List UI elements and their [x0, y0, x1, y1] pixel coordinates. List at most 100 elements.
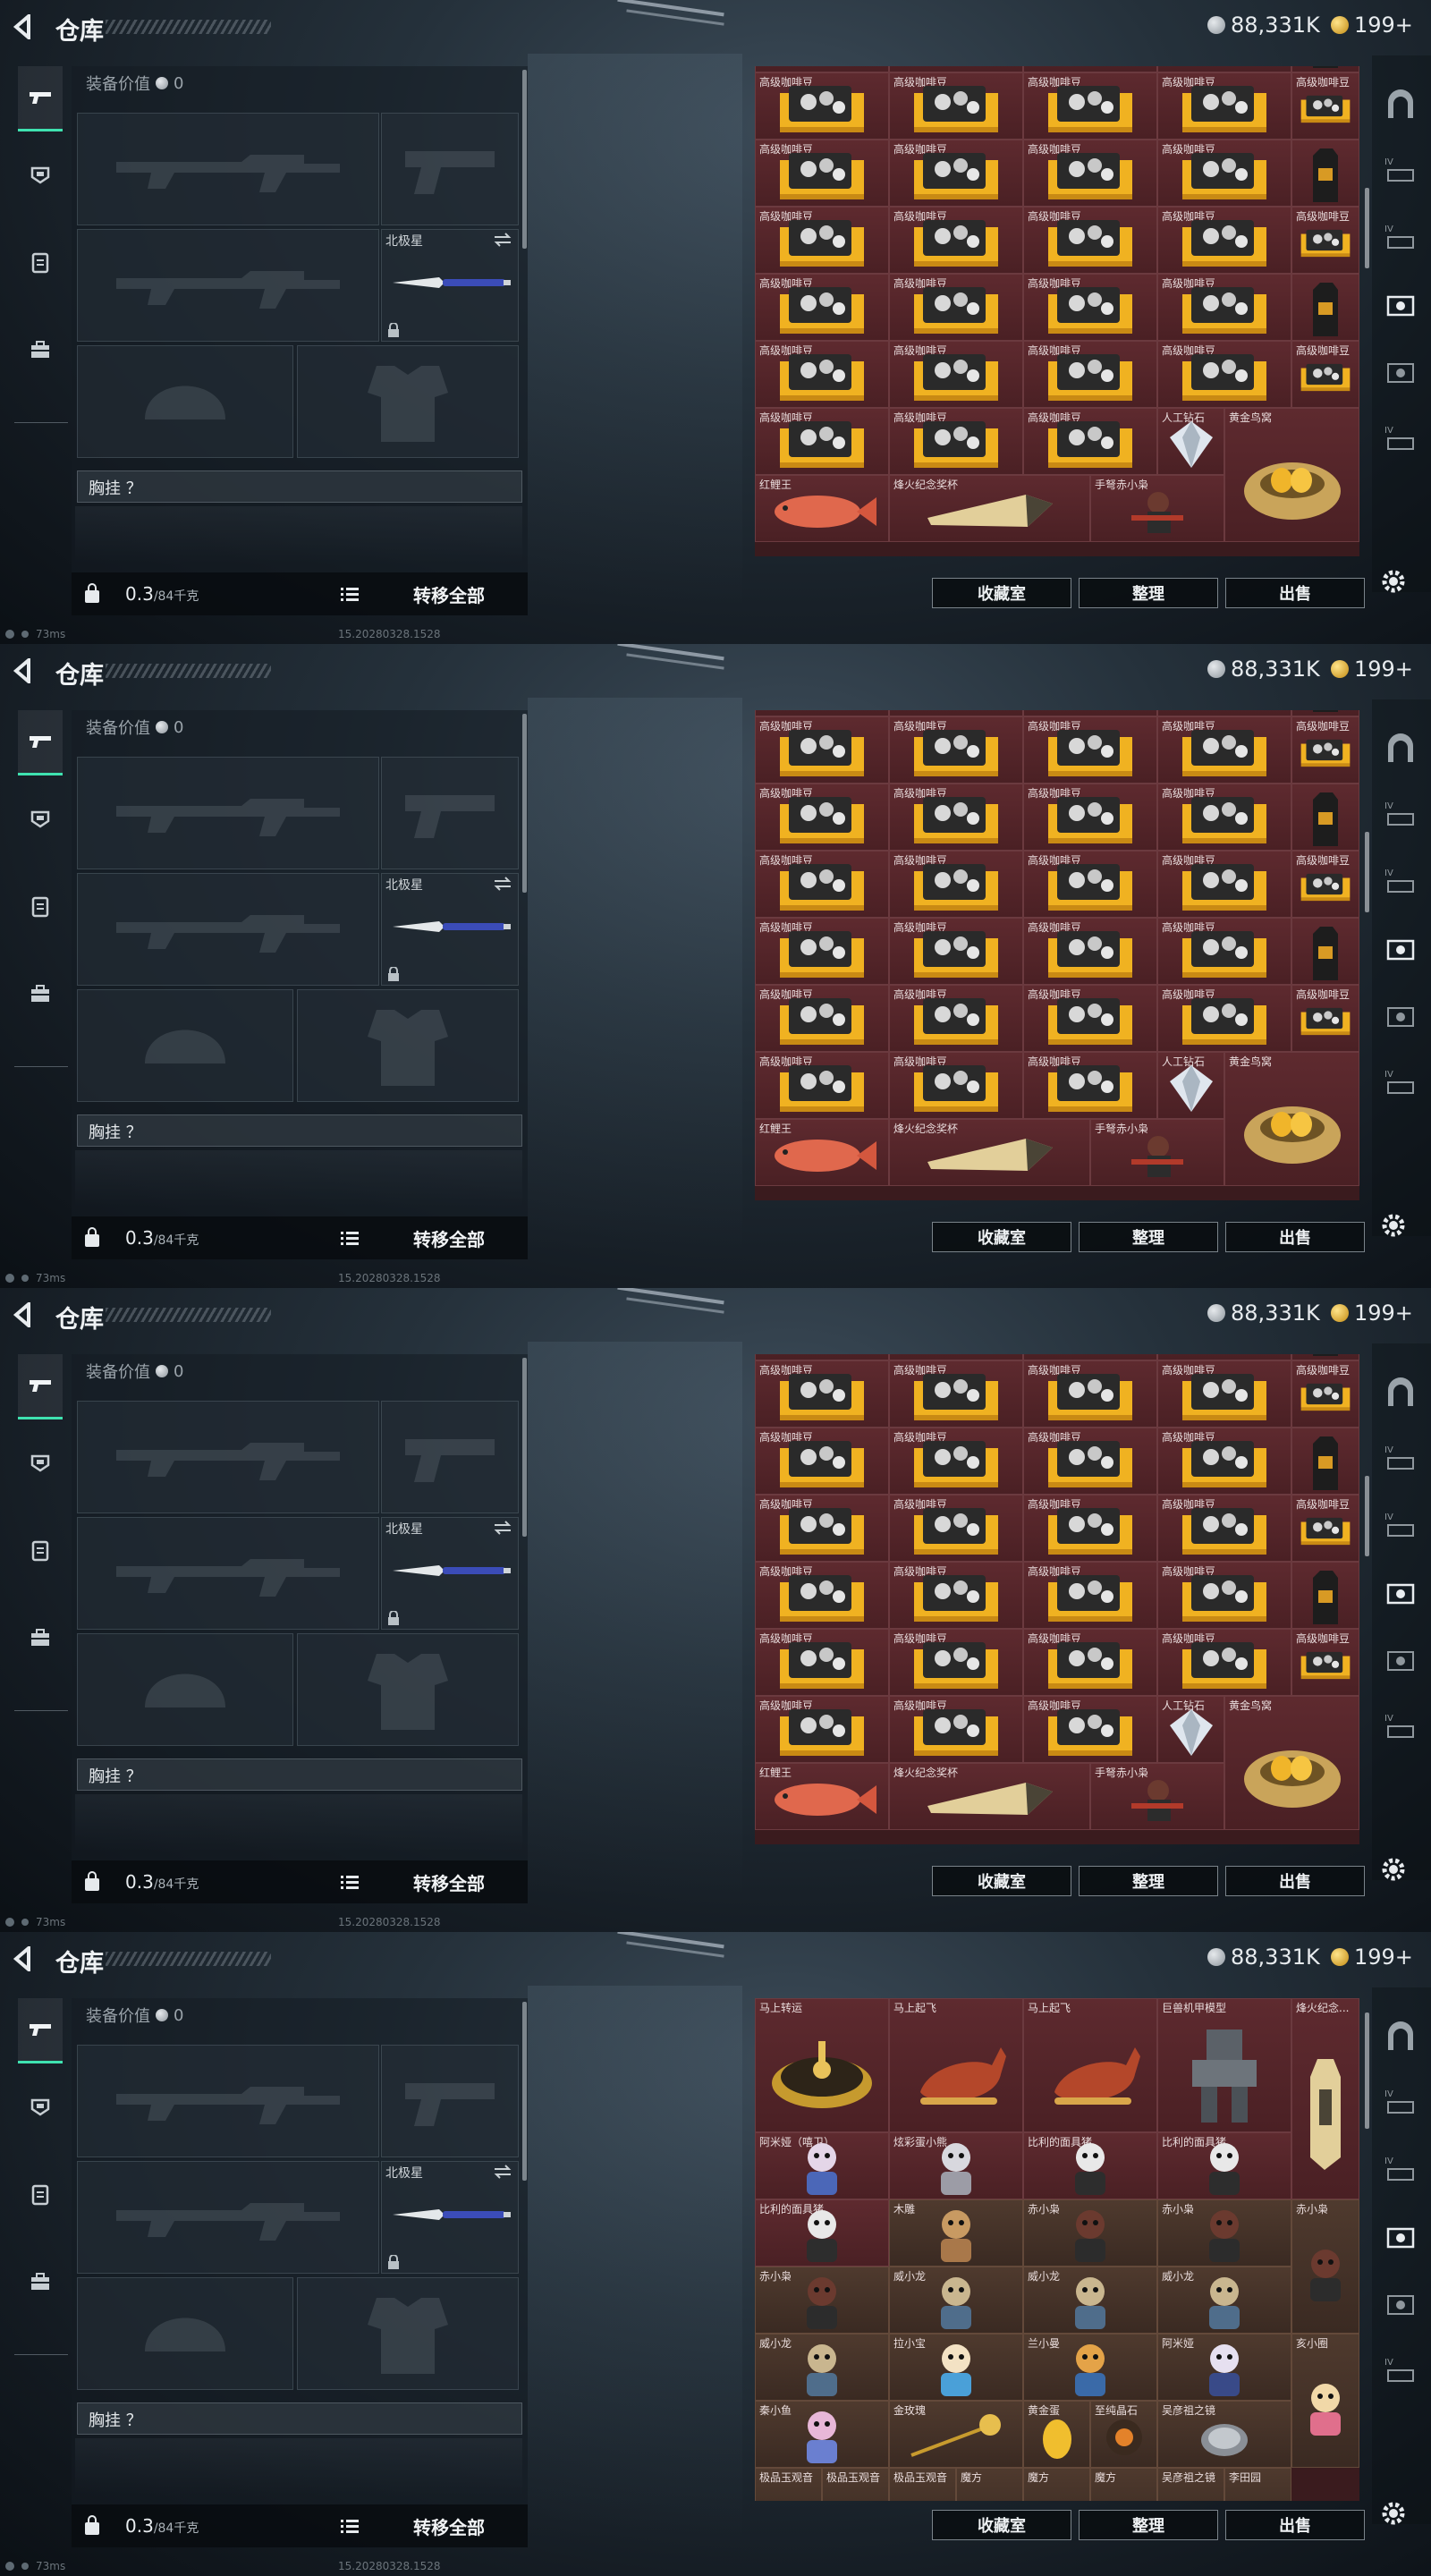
- settings-gear-icon[interactable]: [1377, 1209, 1410, 1241]
- tab-armor[interactable]: [18, 787, 63, 850]
- item-cell[interactable]: 人工钻石: [1157, 408, 1224, 475]
- primary-weapon-slot[interactable]: [77, 113, 379, 225]
- item-cell[interactable]: 高级咖啡豆: [1157, 72, 1291, 140]
- item-cell[interactable]: 至纯晶石: [1090, 2401, 1157, 2468]
- item-cell[interactable]: 高级咖啡豆: [889, 140, 1023, 207]
- item-cell[interactable]: 魔方: [956, 2468, 1023, 2501]
- item-cell[interactable]: 高级咖啡豆: [889, 710, 1023, 716]
- item-cell[interactable]: 高级咖啡豆: [755, 784, 889, 851]
- tab-armor[interactable]: [18, 2075, 63, 2138]
- item-cell[interactable]: 黄金鸟窝: [1224, 1696, 1359, 1830]
- camera-case-icon[interactable]: [1383, 288, 1418, 324]
- organize-button[interactable]: 整理: [1079, 1222, 1218, 1252]
- collection-room-button[interactable]: 收藏室: [932, 578, 1071, 608]
- item-cell[interactable]: 马上起飞: [889, 1998, 1023, 2132]
- tab-weapons[interactable]: [18, 1354, 63, 1419]
- item-cell[interactable]: 烽火纪念奖杯: [889, 475, 1090, 542]
- settings-gear-icon[interactable]: [1377, 1853, 1410, 1885]
- item-cell[interactable]: 高级咖啡豆: [889, 341, 1023, 408]
- secondary-weapon-slot[interactable]: [77, 2161, 379, 2274]
- item-cell[interactable]: 高级咖啡豆: [1023, 1354, 1157, 1360]
- safe-box-icon[interactable]: [1383, 1376, 1418, 1411]
- swap-icon[interactable]: [493, 232, 512, 248]
- item-cell[interactable]: 手弩赤小枭: [1090, 1119, 1224, 1186]
- back-arrow-icon[interactable]: [13, 1302, 32, 1327]
- item-cell[interactable]: 亥小圈: [1291, 2334, 1359, 2468]
- item-cell[interactable]: 烽火纪念奖杯: [889, 1119, 1090, 1186]
- tab-backpack[interactable]: [18, 2250, 63, 2313]
- item-cell[interactable]: 赤小枭: [1157, 2199, 1291, 2267]
- item-cell[interactable]: 高级咖啡豆: [1291, 985, 1359, 1052]
- chest-rig-slot[interactable]: 胸挂 ？: [77, 2402, 522, 2435]
- item-cell[interactable]: 高级咖啡豆: [889, 784, 1023, 851]
- chest-rig-slot[interactable]: 胸挂 ？: [77, 1758, 522, 1791]
- melee-slot[interactable]: 北极星: [381, 229, 519, 342]
- item-cell[interactable]: 高级咖啡豆: [1291, 341, 1359, 408]
- camera-case-icon[interactable]: [1383, 1576, 1418, 1612]
- chest-rig-slot[interactable]: 胸挂 ？: [77, 470, 522, 503]
- item-cell[interactable]: 高级咖啡豆: [1157, 1360, 1291, 1428]
- item-cell[interactable]: [1291, 1354, 1359, 1360]
- item-cell[interactable]: 高级咖啡豆: [1023, 274, 1157, 341]
- tab-vests[interactable]: [18, 2163, 63, 2225]
- item-cell[interactable]: 高级咖啡豆: [755, 1495, 889, 1562]
- item-cell[interactable]: 吴彦祖之镜: [1157, 2468, 1224, 2501]
- pistol-slot[interactable]: [381, 757, 519, 869]
- safe-box-icon[interactable]: [1383, 732, 1418, 767]
- tab-weapons[interactable]: [18, 710, 63, 775]
- item-cell[interactable]: [1291, 1562, 1359, 1629]
- item-cell[interactable]: 高级咖啡豆: [755, 274, 889, 341]
- item-cell[interactable]: 高级咖啡豆: [1023, 784, 1157, 851]
- case-iv-icon[interactable]: IV: [1383, 1442, 1418, 1478]
- item-cell[interactable]: 秦小鱼: [755, 2401, 889, 2468]
- item-cell[interactable]: 高级咖啡豆: [1157, 140, 1291, 207]
- item-cell[interactable]: 高级咖啡豆: [755, 140, 889, 207]
- item-cell[interactable]: 高级咖啡豆: [755, 66, 889, 72]
- item-cell[interactable]: [1291, 710, 1359, 716]
- settings-gear-icon[interactable]: [1377, 2497, 1410, 2529]
- item-cell[interactable]: 木雕: [889, 2199, 1023, 2267]
- item-cell[interactable]: 高级咖啡豆: [1157, 918, 1291, 985]
- item-cell[interactable]: 高级咖啡豆: [889, 1495, 1023, 1562]
- item-cell[interactable]: 高级咖啡豆: [755, 1428, 889, 1495]
- item-cell[interactable]: 阿米娅: [1157, 2334, 1291, 2401]
- item-cell[interactable]: 高级咖啡豆: [1157, 1562, 1291, 1629]
- item-cell[interactable]: [1291, 274, 1359, 341]
- item-cell[interactable]: 高级咖啡豆: [755, 207, 889, 274]
- list-icon[interactable]: [340, 1229, 360, 1247]
- item-cell[interactable]: [1291, 1428, 1359, 1495]
- grid-scrollbar[interactable]: [1365, 1476, 1369, 1556]
- equipment-scrollbar[interactable]: [522, 2002, 527, 2181]
- item-cell[interactable]: 烽火纪念奖杯: [889, 1763, 1090, 1830]
- item-cell[interactable]: 李田园: [1224, 2468, 1291, 2501]
- sell-button[interactable]: 出售: [1225, 1866, 1365, 1896]
- item-cell[interactable]: 高级咖啡豆: [1291, 851, 1359, 918]
- silver-balance[interactable]: 88,331K: [1207, 13, 1320, 38]
- item-cell[interactable]: 高级咖啡豆: [755, 1562, 889, 1629]
- item-cell[interactable]: 高级咖啡豆: [1291, 72, 1359, 140]
- camera-case-icon[interactable]: [1383, 2287, 1418, 2323]
- tab-vests[interactable]: [18, 875, 63, 937]
- item-cell[interactable]: 红鲤王: [755, 1119, 889, 1186]
- move-all-button[interactable]: 转移全部: [413, 580, 512, 608]
- primary-weapon-slot[interactable]: [77, 2045, 379, 2157]
- equipment-scrollbar[interactable]: [522, 1358, 527, 1537]
- item-cell[interactable]: 高级咖啡豆: [1023, 207, 1157, 274]
- tab-weapons[interactable]: [18, 66, 63, 131]
- item-cell[interactable]: 高级咖啡豆: [1157, 716, 1291, 784]
- item-cell[interactable]: 高级咖啡豆: [889, 716, 1023, 784]
- item-cell[interactable]: 高级咖啡豆: [755, 985, 889, 1052]
- camera-case-icon[interactable]: [1383, 355, 1418, 391]
- item-cell[interactable]: 高级咖啡豆: [1157, 851, 1291, 918]
- item-cell[interactable]: 高级咖啡豆: [1023, 716, 1157, 784]
- helmet-slot[interactable]: [77, 1633, 293, 1746]
- item-cell[interactable]: 高级咖啡豆: [1157, 985, 1291, 1052]
- item-cell[interactable]: 红鲤王: [755, 1763, 889, 1830]
- item-cell[interactable]: 高级咖啡豆: [889, 1696, 1023, 1763]
- swap-icon[interactable]: [493, 1520, 512, 1536]
- item-cell[interactable]: 高级咖啡豆: [889, 207, 1023, 274]
- item-cell[interactable]: 威小龙: [1157, 2267, 1291, 2334]
- case-iv-icon[interactable]: IV: [1383, 221, 1418, 257]
- camera-case-icon[interactable]: [1383, 1643, 1418, 1679]
- item-cell[interactable]: 金玫瑰: [889, 2401, 1023, 2468]
